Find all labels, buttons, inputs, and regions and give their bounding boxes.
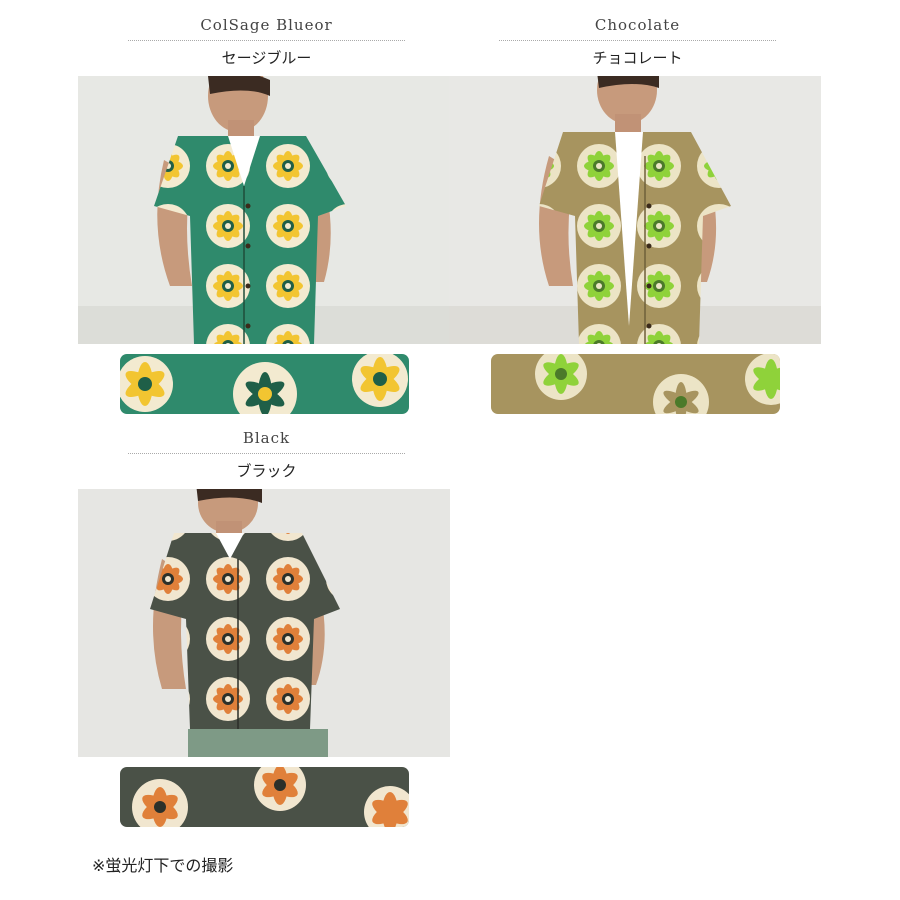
variant-name-japanese: セージブルー: [221, 49, 312, 67]
dotted-divider: [128, 40, 405, 41]
fabric-pattern-image: [120, 767, 409, 827]
model-photo: [78, 489, 450, 757]
variant-name-japanese: ブラック: [236, 462, 297, 480]
variant-name-english: Chocolate: [594, 16, 681, 34]
model-wearing-shirt-image: [449, 76, 821, 344]
model-photo: [78, 76, 450, 344]
model-wearing-shirt-image: [78, 76, 450, 344]
dotted-divider: [128, 453, 405, 454]
lighting-note: ※蛍光灯下での撮影: [92, 856, 234, 875]
variant-name-japanese: チョコレート: [592, 49, 683, 67]
variant-name-english: Black: [242, 429, 291, 447]
fabric-swatch: [120, 354, 409, 414]
model-wearing-shirt-image: [78, 489, 450, 757]
model-photo: [449, 76, 821, 344]
fabric-pattern-image: [120, 354, 409, 414]
fabric-pattern-image: [491, 354, 780, 414]
dotted-divider: [499, 40, 776, 41]
variant-name-english: ColSage Blueor: [200, 16, 333, 34]
fabric-swatch: [120, 767, 409, 827]
fabric-swatch: [491, 354, 780, 414]
